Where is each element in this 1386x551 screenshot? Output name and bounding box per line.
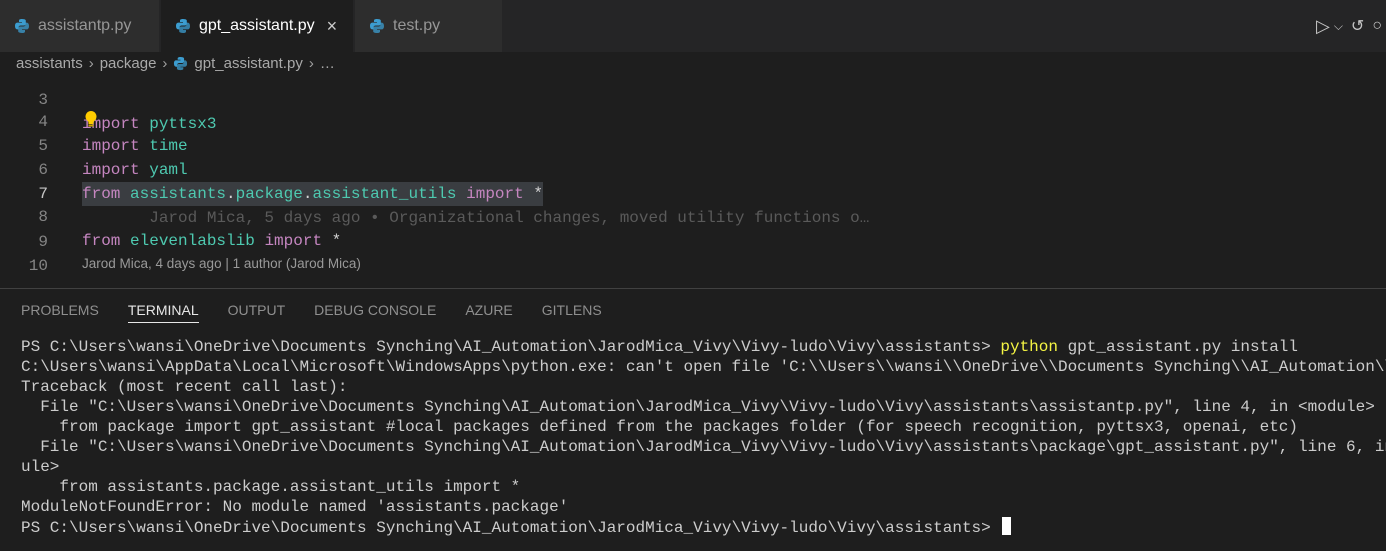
breadcrumb-separator-icon: › bbox=[162, 54, 168, 72]
python-file-icon bbox=[174, 56, 188, 70]
terminal-line: from assistants.package.assistant_utils … bbox=[21, 478, 521, 496]
code-line: 5 import yaml bbox=[0, 110, 1386, 179]
terminal-output[interactable]: PS C:\Users\wansi\OneDrive\Documents Syn… bbox=[21, 337, 1386, 537]
terminal-command: python bbox=[1000, 338, 1058, 356]
editor-tab-bar: assistantp.py gpt_assistant.py × test.py… bbox=[0, 0, 1386, 52]
tab-label: test.py bbox=[393, 17, 441, 34]
breadcrumb-separator-icon: › bbox=[308, 54, 314, 72]
terminal-line: File "C:\Users\wansi\OneDrive\Documents … bbox=[21, 398, 1375, 416]
code-line: 11 ⌄ class ChatGPT: bbox=[0, 274, 1386, 288]
breadcrumb-item-package[interactable]: package bbox=[100, 55, 157, 72]
terminal-line: PS C:\Users\wansi\OneDrive\Documents Syn… bbox=[21, 337, 1386, 357]
terminal-line: PS C:\Users\wansi\OneDrive\Documents Syn… bbox=[21, 517, 1386, 537]
tab-output[interactable]: OUTPUT bbox=[228, 289, 286, 331]
tab-label: assistantp.py bbox=[38, 17, 132, 34]
code-line: 6 from assistants.package.assistant_util… bbox=[0, 134, 1386, 206]
code-line: 8 from elevenlabslib import * bbox=[0, 181, 1386, 250]
breadcrumb-item-assistants[interactable]: assistants bbox=[16, 55, 83, 72]
compare-changes-icon[interactable]: ↺ bbox=[1351, 16, 1364, 36]
breadcrumb-separator-icon: › bbox=[88, 54, 94, 72]
breadcrumb-item-file[interactable]: gpt_assistant.py bbox=[194, 55, 302, 72]
tab-gitlens[interactable]: GITLENS bbox=[542, 289, 602, 331]
tab-gpt-assistant[interactable]: gpt_assistant.py × bbox=[161, 0, 354, 52]
tab-terminal[interactable]: TERMINAL bbox=[127, 289, 199, 331]
terminal-line: ModuleNotFoundError: No module named 'as… bbox=[21, 498, 569, 516]
tab-problems[interactable]: PROBLEMS bbox=[21, 289, 99, 331]
code-line: 9 bbox=[0, 206, 1386, 251]
tab-label: gpt_assistant.py bbox=[199, 17, 315, 34]
breadcrumb-item-symbols[interactable]: … bbox=[320, 55, 335, 72]
tab-test[interactable]: test.py bbox=[355, 0, 503, 52]
python-file-icon bbox=[176, 19, 190, 33]
terminal-cursor bbox=[1002, 517, 1012, 535]
tab-debug-console[interactable]: DEBUG CONSOLE bbox=[314, 289, 436, 331]
run-icon[interactable]: ▷ bbox=[1316, 16, 1330, 37]
editor-actions: ▷ ⌵ ↺ ○ bbox=[1316, 0, 1386, 52]
terminal-line: ule> bbox=[21, 458, 60, 476]
close-icon[interactable]: × bbox=[327, 16, 338, 37]
python-file-icon bbox=[370, 19, 384, 33]
python-file-icon bbox=[15, 19, 29, 33]
terminal-command-args: gpt_assistant.py install bbox=[1057, 338, 1299, 356]
code-line: 7 Jarod Mica, 5 days ago • Organizationa… bbox=[0, 158, 1386, 227]
terminal-prompt: PS C:\Users\wansi\OneDrive\Documents Syn… bbox=[21, 519, 1001, 537]
code-editor[interactable]: 3 import pyttsx3 4 import time 5 import … bbox=[0, 74, 1386, 288]
terminal-prompt: PS C:\Users\wansi\OneDrive\Documents Syn… bbox=[21, 338, 1001, 356]
git-codelens[interactable]: Jarod Mica, 4 days ago | 1 author (Jarod… bbox=[82, 256, 361, 271]
terminal-line: File "C:\Users\wansi\OneDrive\Documents … bbox=[21, 438, 1386, 456]
terminal-line: from package import gpt_assistant #local… bbox=[21, 418, 1299, 436]
tab-assistantp[interactable]: assistantp.py bbox=[0, 0, 160, 52]
terminal-line: C:\Users\wansi\AppData\Local\Microsoft\W… bbox=[21, 358, 1386, 376]
bottom-panel: PROBLEMS TERMINAL OUTPUT DEBUG CONSOLE A… bbox=[0, 288, 1386, 551]
code-line: 10 bbox=[0, 230, 1386, 275]
lightbulb-icon[interactable] bbox=[84, 110, 98, 128]
breadcrumb: assistants › package › gpt_assistant.py … bbox=[0, 52, 1386, 74]
more-actions-icon[interactable]: ○ bbox=[1372, 17, 1382, 35]
code-line: 4 import time bbox=[0, 86, 1386, 155]
terminal-line: Traceback (most recent call last): bbox=[21, 378, 348, 396]
tab-azure[interactable]: AZURE bbox=[465, 289, 512, 331]
chevron-down-icon[interactable]: ⌵ bbox=[1334, 19, 1343, 34]
panel-tabs: PROBLEMS TERMINAL OUTPUT DEBUG CONSOLE A… bbox=[0, 289, 610, 331]
